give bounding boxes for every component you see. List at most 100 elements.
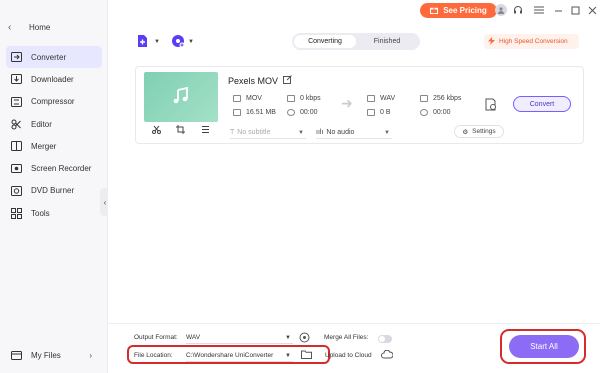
- sidebar-item-editor[interactable]: Editor: [6, 113, 102, 135]
- home-link[interactable]: ‹ Home: [8, 22, 50, 33]
- sidebar-item-converter[interactable]: Converter: [6, 46, 102, 69]
- close-icon[interactable]: [586, 4, 598, 16]
- sidebar-item-label: Compressor: [31, 97, 75, 107]
- file-card: Pexels MOV MOV 0 kbps 16.51 MB 00:00 ➜ W…: [135, 66, 584, 144]
- caret-down-icon: ▼: [188, 39, 194, 45]
- sidebar-item-label: Editor: [31, 119, 52, 129]
- format-icon: [233, 95, 241, 102]
- main-panel: See Pricing ▼ ▼ Converting Finished High…: [108, 0, 600, 373]
- clock-icon: [420, 109, 428, 116]
- lightning-icon: [488, 36, 495, 47]
- subtitle-value: No subtitle: [237, 129, 271, 136]
- output-format-label: Output Format:: [134, 334, 178, 341]
- home-label: Home: [29, 23, 51, 32]
- my-files-label: My Files: [31, 350, 61, 360]
- sidebar-item-label: Converter: [31, 52, 67, 62]
- screen-recorder-icon: [10, 163, 22, 175]
- tools-icon: [10, 207, 22, 219]
- sidebar-item-label: Downloader: [31, 74, 74, 84]
- sidebar-item-label: DVD Burner: [31, 186, 75, 196]
- subtitle-icon: T: [230, 129, 235, 136]
- gift-icon: [430, 6, 439, 16]
- high-speed-conversion-toggle[interactable]: High Speed Conversion: [484, 34, 579, 49]
- sidebar-item-downloader[interactable]: Downloader: [6, 68, 102, 90]
- output-format-settings-icon[interactable]: [299, 332, 310, 345]
- merger-icon: [10, 140, 22, 152]
- merge-all-files-toggle[interactable]: [378, 335, 392, 343]
- source-bitrate-value: 0 kbps: [300, 95, 321, 102]
- cloud-icon[interactable]: [381, 349, 394, 361]
- add-media-button[interactable]: ▼: [171, 34, 194, 50]
- audio-value: No audio: [326, 129, 355, 136]
- source-bitrate: 0 kbps: [287, 95, 321, 102]
- target-format: WAV: [367, 95, 395, 102]
- folder-icon: [10, 349, 22, 361]
- file-thumbnail[interactable]: [144, 72, 218, 122]
- avatar[interactable]: [495, 4, 507, 16]
- target-format-value: WAV: [380, 95, 396, 102]
- headset-icon[interactable]: [512, 4, 524, 16]
- gear-icon: ⚙: [462, 128, 469, 136]
- sidebar-item-screen-recorder[interactable]: Screen Recorder: [6, 157, 102, 179]
- output-settings-icon[interactable]: [485, 98, 497, 113]
- add-file-icon: [136, 34, 151, 50]
- sidebar-nav: Converter Downloader Compressor Editor M…: [6, 46, 102, 224]
- caret-down-icon: ▼: [384, 129, 390, 136]
- maximize-icon[interactable]: [569, 4, 581, 16]
- tab-finished[interactable]: Finished: [356, 35, 418, 48]
- settings-button[interactable]: ⚙ Settings: [454, 125, 504, 138]
- file-name: Pexels MOV: [228, 75, 292, 86]
- folder-icon: [367, 109, 375, 116]
- caret-down-icon: ▼: [285, 352, 291, 359]
- tab-converting[interactable]: Converting: [294, 35, 356, 48]
- minimize-icon[interactable]: [552, 4, 564, 16]
- source-duration-value: 00:00: [300, 109, 318, 116]
- open-folder-icon[interactable]: [301, 350, 312, 361]
- subtitle-select[interactable]: T No subtitle ▼: [230, 127, 306, 139]
- target-bitrate: 256 kbps: [420, 95, 461, 102]
- menu-icon[interactable]: [533, 4, 545, 16]
- output-format-select[interactable]: WAV ▼: [186, 332, 293, 344]
- caret-down-icon: ▼: [285, 334, 291, 341]
- settings-label: Settings: [472, 128, 496, 135]
- trim-icon[interactable]: [151, 125, 161, 136]
- see-pricing-button[interactable]: See Pricing: [420, 3, 497, 18]
- sidebar-item-label: Screen Recorder: [31, 164, 92, 174]
- convert-button[interactable]: Convert: [513, 96, 571, 112]
- source-format-value: MOV: [246, 95, 262, 102]
- audio-icon: ıılı: [316, 129, 324, 136]
- sidebar-item-merger[interactable]: Merger: [6, 135, 102, 157]
- thumbnail-tools: [144, 125, 218, 136]
- sidebar-item-dvd-burner[interactable]: DVD Burner: [6, 180, 102, 202]
- bitrate-icon: [287, 95, 295, 102]
- add-files-button[interactable]: ▼: [136, 34, 160, 50]
- high-speed-label: High Speed Conversion: [499, 38, 568, 45]
- crop-icon[interactable]: [176, 125, 186, 136]
- file-location-value: C:\Wondershare UniConverter: [186, 352, 274, 359]
- clock-icon: [287, 109, 295, 116]
- arrow-right-icon: ➜: [341, 95, 353, 111]
- add-disc-icon: [171, 34, 185, 50]
- bitrate-icon: [420, 95, 428, 102]
- source-format: MOV: [233, 95, 262, 102]
- source-duration: 00:00: [287, 109, 318, 116]
- start-all-button[interactable]: Start All: [509, 335, 579, 358]
- sidebar-item-label: Tools: [31, 208, 50, 218]
- effects-list-icon[interactable]: [201, 125, 210, 136]
- sidebar: ‹ Home Converter Downloader Compressor E…: [0, 0, 108, 373]
- edit-icon[interactable]: [283, 75, 292, 86]
- audio-select[interactable]: ıılı No audio ▼: [316, 127, 392, 139]
- chevron-left-icon: ‹: [103, 197, 107, 207]
- target-size-value: 0 B: [380, 109, 391, 116]
- sidebar-item-tools[interactable]: Tools: [6, 202, 102, 224]
- sidebar-item-compressor[interactable]: Compressor: [6, 91, 102, 113]
- compressor-icon: [10, 96, 22, 108]
- see-pricing-label: See Pricing: [443, 6, 487, 15]
- status-tabs: Converting Finished: [292, 33, 420, 50]
- dvd-burner-icon: [10, 185, 22, 197]
- my-files-button[interactable]: My Files ›: [6, 346, 102, 364]
- file-location-select[interactable]: C:\Wondershare UniConverter ▼: [186, 350, 293, 362]
- chevron-right-icon: ›: [89, 350, 92, 360]
- converter-icon: [10, 51, 22, 63]
- merge-all-files-label: Merge All Files:: [324, 334, 369, 341]
